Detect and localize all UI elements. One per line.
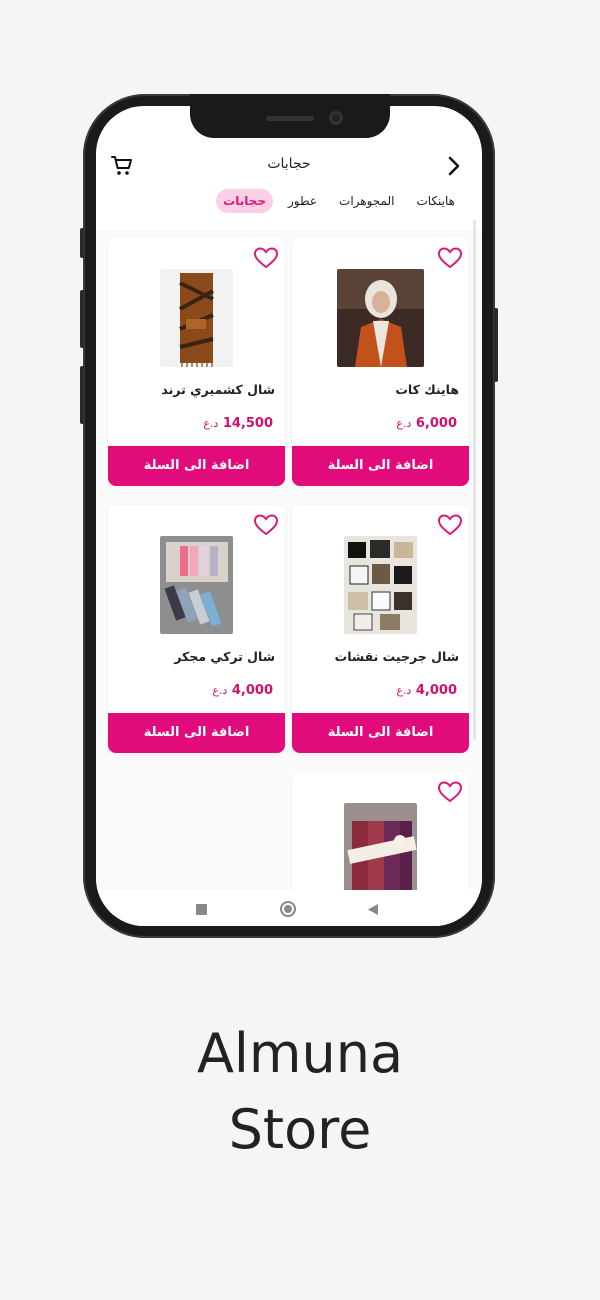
price-currency: د.ع [396,417,412,430]
product-name: هاينك كات [395,382,459,397]
product-card[interactable] [292,772,469,894]
price-currency: د.ع [203,417,219,430]
tab-hinkat[interactable]: هاينكات [409,189,462,213]
price-value: 4,000 [415,683,457,698]
caption-line-1: Almuna [196,1022,404,1085]
price-value: 14,500 [222,416,273,431]
phone-side-button [80,290,84,348]
product-name: شال تركي مجكر [174,649,275,664]
price-value: 4,000 [231,683,273,698]
price-value: 6,000 [415,416,457,431]
product-card[interactable]: شال كشميري ترند 14,500 د.ع اضافة الى الس… [108,238,285,486]
heart-outline-icon[interactable] [253,246,279,270]
phone-side-button [80,228,84,258]
heart-outline-icon[interactable] [437,246,463,270]
phone-side-button [80,366,84,424]
product-card[interactable]: شال جرجيت نقشات 4,000 د.ع اضافة الى السل… [292,505,469,753]
product-image-pastel-scarves [160,536,233,634]
heart-outline-icon[interactable] [437,513,463,537]
heart-outline-icon[interactable] [253,513,279,537]
product-image-printed-scarves [344,536,417,634]
phone-camera [329,111,343,125]
tab-perfumes[interactable]: عطور [281,189,324,213]
circle-icon[interactable] [280,901,296,917]
product-price: 4,000 د.ع [392,683,457,698]
heart-outline-icon[interactable] [437,780,463,804]
app-header: حجابات [96,146,482,190]
product-image-brown-shawl [160,269,233,367]
add-to-cart-button[interactable]: اضافة الى السلة [108,713,285,753]
product-card[interactable]: شال تركي مجكر 4,000 د.ع اضافة الى السلة [108,505,285,753]
add-to-cart-button[interactable]: اضافة الى السلة [292,446,469,486]
chevron-right-icon[interactable] [444,154,464,178]
page-title: حجابات [267,156,311,172]
tab-hijabs[interactable]: حجابات [216,189,274,213]
add-to-cart-button[interactable]: اضافة الى السلة [108,446,285,486]
product-name: شال كشميري ترند [161,382,275,397]
add-to-cart-button[interactable]: اضافة الى السلة [292,713,469,753]
product-image-woman-in-hijab [337,269,424,367]
price-currency: د.ع [396,684,412,697]
product-price: 14,500 د.ع [199,416,273,431]
product-price: 4,000 د.ع [208,683,273,698]
category-tabs: هاينكات المجوهرات عطور حجابات [216,188,462,214]
product-card[interactable]: هاينك كات 6,000 د.ع اضافة الى السلة [292,238,469,486]
product-image-purple-scarves [344,803,417,894]
product-name: شال جرجيت نقشات [334,649,459,664]
product-price: 6,000 د.ع [392,416,457,431]
system-nav-bar [96,890,482,926]
caption-line-2: Store [228,1098,372,1161]
phone-speaker [266,116,314,121]
tab-jewelry[interactable]: المجوهرات [332,189,401,213]
phone-side-button [494,308,498,382]
price-currency: د.ع [212,684,228,697]
phone-screen: حجابات هاينكات المجوهرات عطور حجابات هاي… [96,106,482,926]
triangle-icon[interactable] [367,903,379,916]
scrollbar[interactable] [473,220,476,740]
square-icon[interactable] [196,904,207,915]
product-grid: هاينك كات 6,000 د.ع اضافة الى السلة شال … [96,230,482,894]
